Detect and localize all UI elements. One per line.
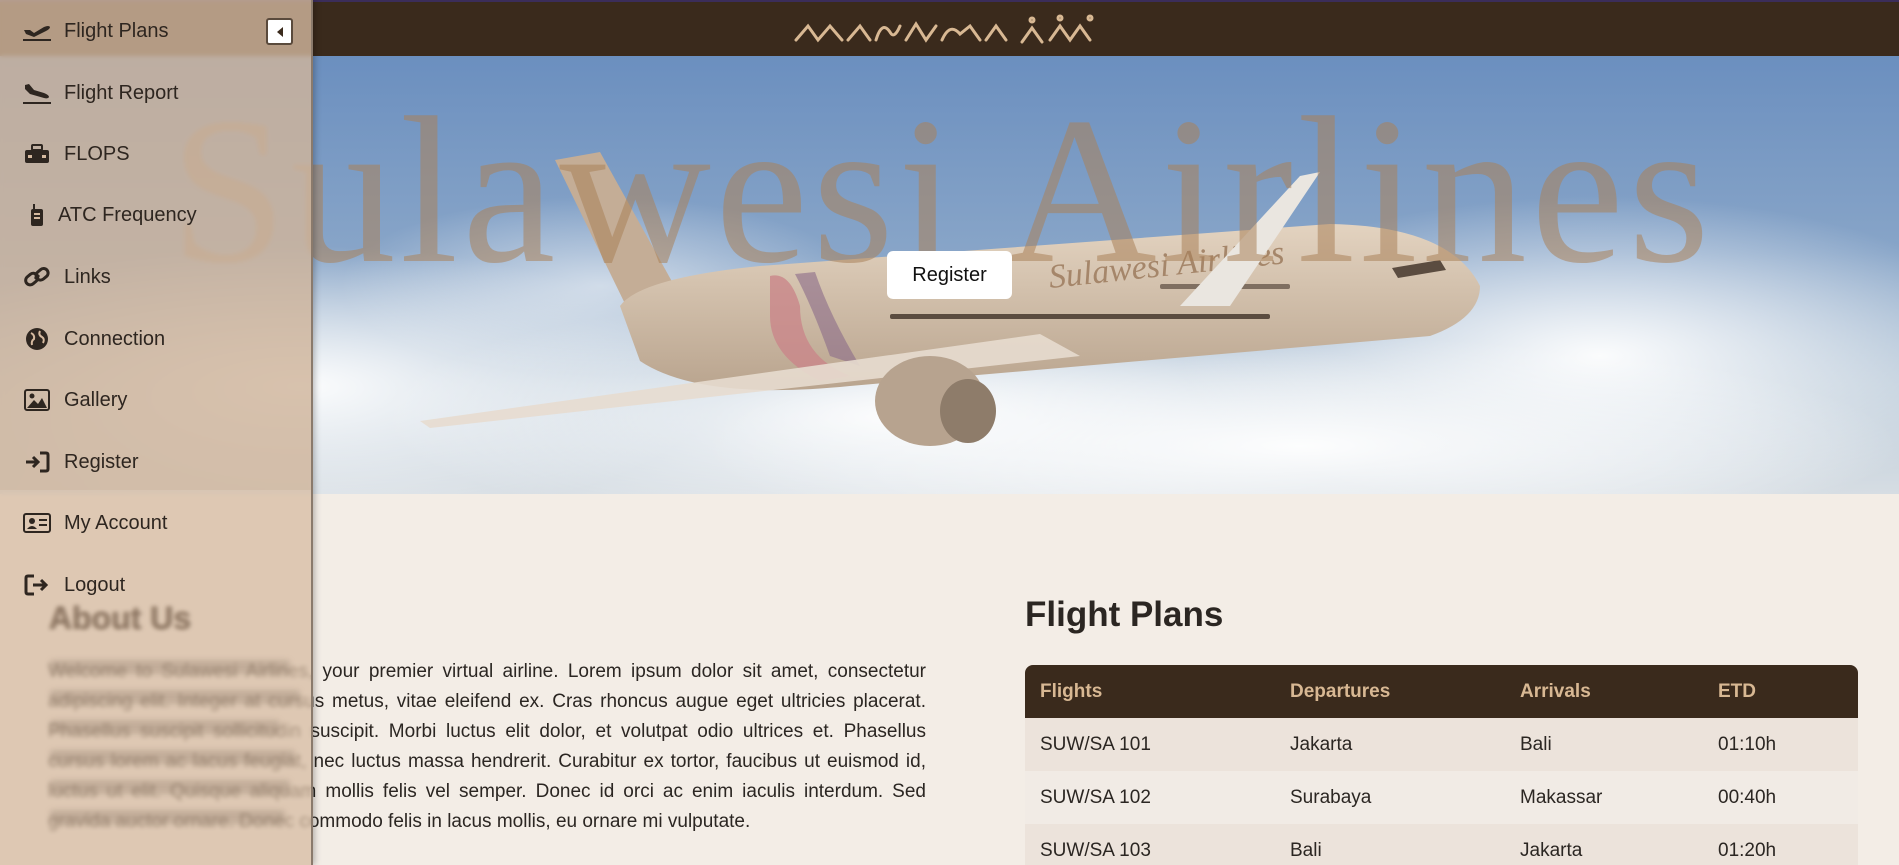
departure-cell: Jakarta (1275, 718, 1505, 771)
id-card-icon (22, 508, 52, 538)
table-header-row: Flights Departures Arrivals ETD (1025, 665, 1858, 718)
sidebar-item-label: Gallery (64, 388, 128, 411)
departure-cell: Surabaya (1275, 771, 1505, 824)
arrival-cell: Jakarta (1505, 824, 1703, 865)
table-row: SUW/SA 101 Jakarta Bali 01:10h (1025, 718, 1858, 771)
sidebar-item-logout[interactable]: Logout (22, 565, 125, 605)
sidebar-item-connection[interactable]: Connection (22, 319, 165, 359)
register-button[interactable]: Register (887, 251, 1012, 299)
image-icon (22, 385, 52, 415)
sidebar-item-label: Flight Plans (64, 19, 169, 42)
sidebar-item-flight-report[interactable]: Flight Report (22, 73, 179, 113)
flight-cell: SUW/SA 102 (1025, 771, 1275, 824)
sign-out-icon (22, 570, 52, 600)
globe-icon (22, 324, 52, 354)
toolbox-icon (22, 139, 52, 169)
sidebar-item-register[interactable]: Register (22, 442, 138, 482)
plane-arrival-icon (22, 78, 52, 108)
flight-plans-title: Flight Plans (1025, 595, 1224, 634)
column-header-arrivals: Arrivals (1505, 665, 1703, 718)
blurred-about-text (50, 660, 305, 840)
column-header-flights: Flights (1025, 665, 1275, 718)
flight-cell: SUW/SA 101 (1025, 718, 1275, 771)
sidebar-item-links[interactable]: Links (22, 257, 111, 297)
sidebar-item-label: My Account (64, 511, 168, 534)
sidebar-item-flops[interactable]: FLOPS (22, 134, 130, 174)
sidebar-item-my-account[interactable]: My Account (22, 503, 167, 543)
sidebar: About Us Flight Plans Flight Report FLOP… (0, 0, 313, 865)
caret-left-icon (276, 26, 283, 37)
column-header-etd: ETD (1703, 665, 1858, 718)
flight-cell: SUW/SA 103 (1025, 824, 1275, 865)
table-row: SUW/SA 102 Surabaya Makassar 00:40h (1025, 771, 1858, 824)
aksara-script-logo (794, 14, 1094, 44)
sidebar-item-label: Logout (64, 573, 126, 596)
arrival-cell: Makassar (1505, 771, 1703, 824)
plane-departure-icon (22, 16, 52, 46)
sidebar-item-label: Flight Report (64, 81, 179, 104)
sidebar-item-label: ATC Frequency (58, 203, 197, 226)
table-row: SUW/SA 103 Bali Jakarta 01:20h (1025, 824, 1858, 865)
arrival-cell: Bali (1505, 718, 1703, 771)
blurred-about-title: About Us (50, 600, 193, 636)
sidebar-item-flight-plans[interactable]: Flight Plans (22, 11, 169, 51)
column-header-departures: Departures (1275, 665, 1505, 718)
sidebar-item-label: FLOPS (64, 142, 130, 165)
collapse-sidebar-button[interactable] (266, 18, 293, 45)
etd-cell: 01:10h (1703, 718, 1858, 771)
sidebar-item-label: Links (64, 265, 111, 288)
sidebar-item-atc-frequency[interactable]: ATC Frequency (22, 195, 197, 235)
flight-plans-table: Flights Departures Arrivals ETD SUW/SA 1… (1025, 665, 1858, 865)
departure-cell: Bali (1275, 824, 1505, 865)
sign-in-icon (22, 447, 52, 477)
etd-cell: 00:40h (1703, 771, 1858, 824)
flight-plans-section: Flight Plans Flights Departures Arrivals… (1025, 595, 1858, 865)
sidebar-item-gallery[interactable]: Gallery (22, 380, 127, 420)
walkie-talkie-icon (22, 200, 52, 230)
etd-cell: 01:20h (1703, 824, 1858, 865)
sidebar-item-label: Register (64, 450, 139, 473)
link-icon (22, 262, 52, 292)
sidebar-item-label: Connection (64, 327, 166, 350)
